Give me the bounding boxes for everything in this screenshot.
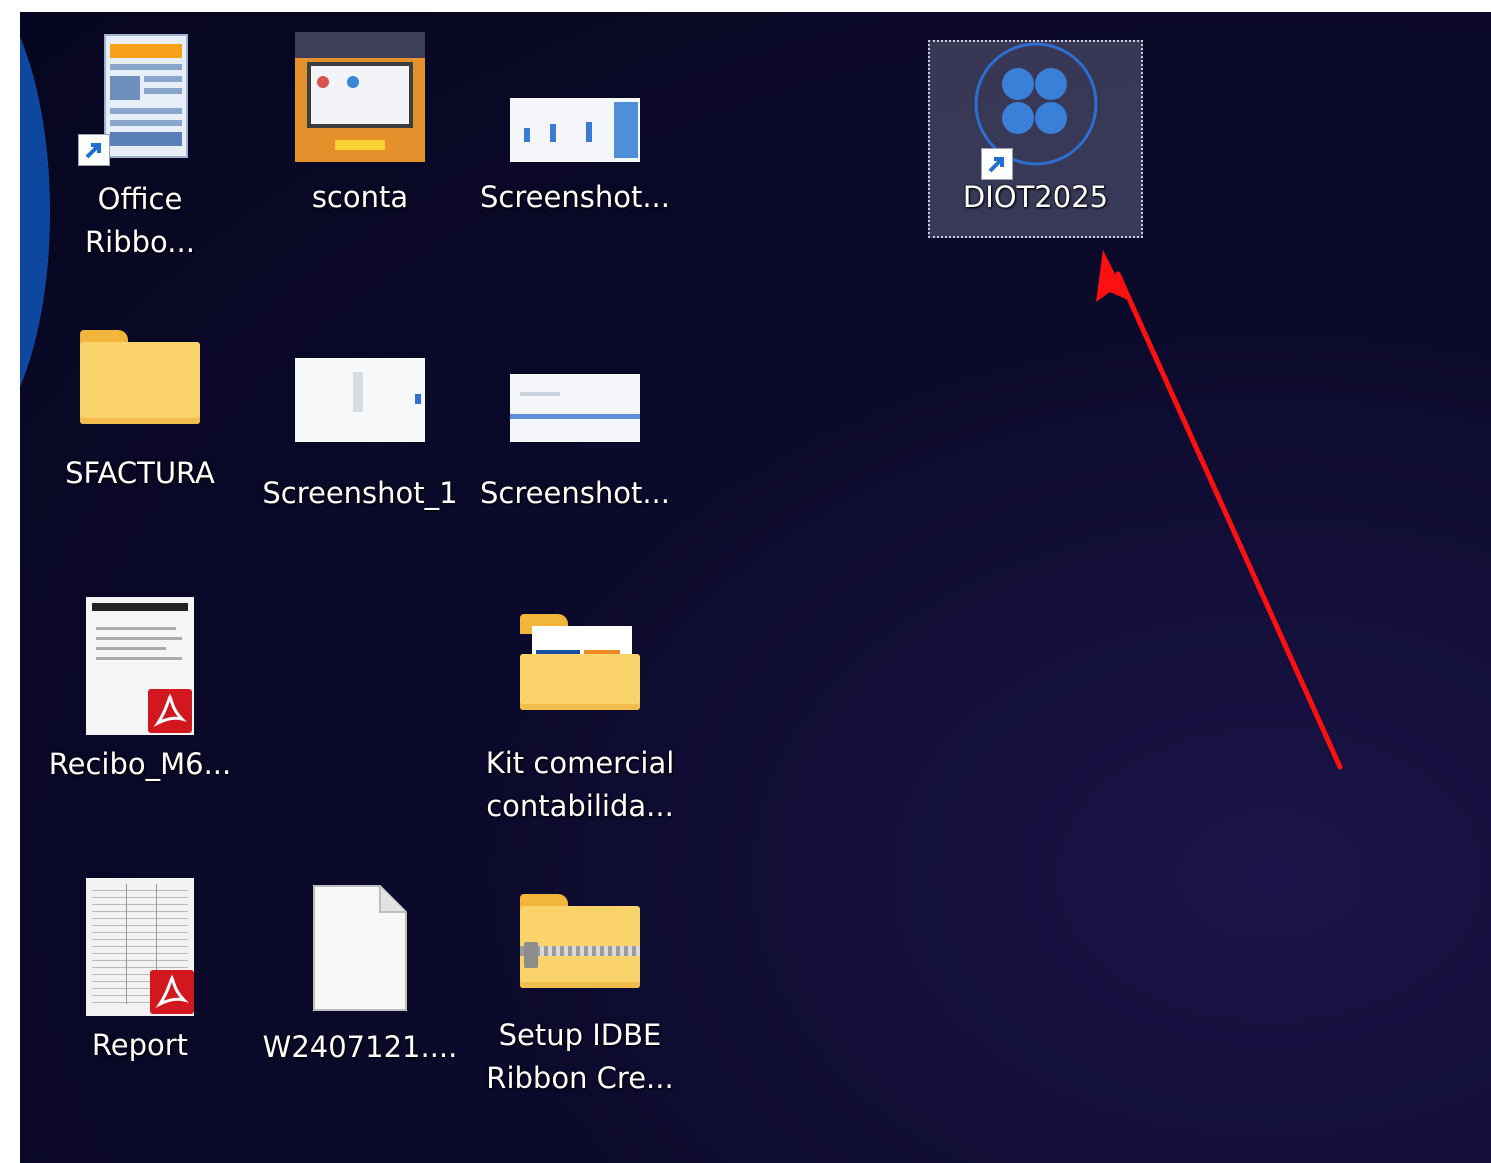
red-arrow-annotation (1096, 250, 1343, 770)
desktop[interactable]: Office Ribbo... sconta Screenshot... DIO… (20, 12, 1491, 1163)
